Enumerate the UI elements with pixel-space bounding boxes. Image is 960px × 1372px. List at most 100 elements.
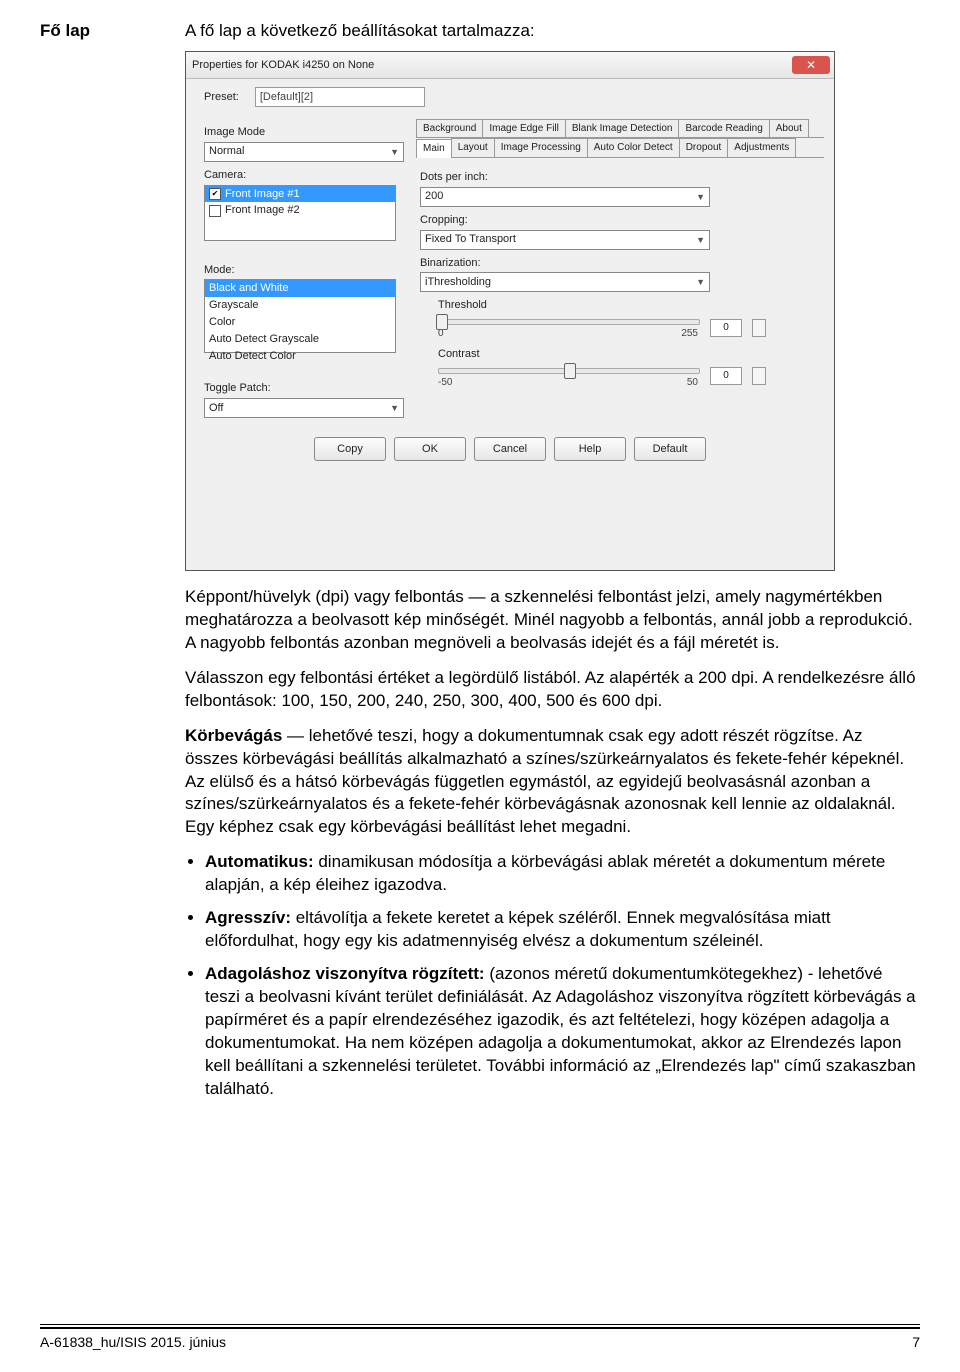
close-icon[interactable]: ✕ bbox=[792, 56, 830, 74]
paragraph: Válasszon egy felbontási értéket a legör… bbox=[185, 667, 920, 713]
footer-page-number: 7 bbox=[912, 1333, 920, 1352]
section-title: Fő lap bbox=[40, 20, 155, 43]
list-item[interactable]: Front Image #2 bbox=[205, 202, 395, 219]
mode-listbox[interactable]: Black and White Grayscale Color Auto Det… bbox=[204, 279, 396, 353]
camera-label: Camera: bbox=[204, 168, 404, 183]
contrast-max: 50 bbox=[687, 376, 698, 390]
tab-auto-color-detect[interactable]: Auto Color Detect bbox=[587, 138, 680, 157]
tab-adjustments[interactable]: Adjustments bbox=[727, 138, 796, 157]
dialog-screenshot: Properties for KODAK i4250 on None ✕ Pre… bbox=[185, 51, 835, 571]
paragraph: Képpont/hüvelyk (dpi) vagy felbontás — a… bbox=[185, 586, 920, 655]
dpi-label: Dots per inch: bbox=[420, 170, 820, 185]
cropping-strong: Körbevágás bbox=[185, 726, 282, 745]
contrast-label: Contrast bbox=[438, 347, 820, 362]
aggressive-desc: eltávolítja a fekete keretet a képek szé… bbox=[205, 908, 831, 950]
tab-main[interactable]: Main bbox=[416, 139, 452, 158]
threshold-label: Threshold bbox=[438, 298, 820, 313]
fixed-strong: Adagoláshoz viszonyítva rögzített: bbox=[205, 964, 485, 983]
slider-thumb-icon[interactable] bbox=[436, 314, 448, 330]
toggle-patch-label: Toggle Patch: bbox=[204, 381, 404, 396]
preset-row: Preset: [Default][2] bbox=[186, 79, 834, 115]
cropping-desc: — lehetővé teszi, hogy a dokumentumnak c… bbox=[185, 726, 904, 837]
dialog-body: Image Mode Normal ▼ Camera: ✔ Front Imag… bbox=[186, 115, 834, 426]
tabs-row-top: Background Image Edge Fill Blank Image D… bbox=[416, 119, 824, 139]
intro-text: A fő lap a következő beállításokat tarta… bbox=[185, 20, 920, 43]
tab-barcode-reading[interactable]: Barcode Reading bbox=[678, 119, 769, 138]
contrast-row: Contrast -50 50 bbox=[420, 347, 820, 389]
left-column: Fő lap bbox=[40, 20, 155, 1113]
toggle-patch-value: Off bbox=[209, 401, 223, 416]
help-button[interactable]: Help bbox=[554, 437, 626, 461]
list-item[interactable]: Auto Detect Color bbox=[205, 348, 395, 365]
body-text: Képpont/hüvelyk (dpi) vagy felbontás — a… bbox=[185, 586, 920, 1101]
preset-label: Preset: bbox=[204, 90, 239, 105]
contrast-slider[interactable] bbox=[438, 368, 700, 374]
chevron-down-icon: ▼ bbox=[390, 402, 399, 414]
dialog-right-panel: Background Image Edge Fill Blank Image D… bbox=[416, 119, 824, 418]
tab-image-processing[interactable]: Image Processing bbox=[494, 138, 588, 157]
preset-input[interactable]: [Default][2] bbox=[255, 87, 425, 107]
contrast-min: -50 bbox=[438, 376, 452, 390]
threshold-scale: 0 255 bbox=[438, 327, 698, 341]
tab-image-edge-fill[interactable]: Image Edge Fill bbox=[482, 119, 565, 138]
spinner-icon[interactable] bbox=[752, 319, 766, 337]
ok-button[interactable]: OK bbox=[394, 437, 466, 461]
right-column: A fő lap a következő beállításokat tarta… bbox=[185, 20, 920, 1113]
list-item: Agresszív: eltávolítja a fekete keretet … bbox=[205, 907, 920, 953]
threshold-value[interactable]: 0 bbox=[710, 319, 742, 337]
dialog-titlebar: Properties for KODAK i4250 on None ✕ bbox=[186, 52, 834, 79]
default-button[interactable]: Default bbox=[634, 437, 706, 461]
footer-left: A-61838_hu/ISIS 2015. június bbox=[40, 1333, 226, 1352]
tab-about[interactable]: About bbox=[769, 119, 809, 138]
dialog-left-panel: Image Mode Normal ▼ Camera: ✔ Front Imag… bbox=[204, 119, 404, 418]
checkbox-icon bbox=[209, 205, 221, 217]
list-item[interactable]: Color bbox=[205, 314, 395, 331]
dialog-title: Properties for KODAK i4250 on None bbox=[192, 58, 374, 73]
slider-thumb-icon[interactable] bbox=[564, 363, 576, 379]
cancel-button[interactable]: Cancel bbox=[474, 437, 546, 461]
spinner-icon[interactable] bbox=[752, 367, 766, 385]
image-mode-combo[interactable]: Normal ▼ bbox=[204, 142, 404, 162]
dialog-button-row: Copy OK Cancel Help Default bbox=[186, 426, 834, 469]
list-item[interactable]: Grayscale bbox=[205, 297, 395, 314]
binarization-label: Binarization: bbox=[420, 256, 820, 271]
chevron-down-icon: ▼ bbox=[696, 276, 705, 288]
camera-item-2: Front Image #2 bbox=[225, 203, 300, 218]
chevron-down-icon: ▼ bbox=[696, 191, 705, 203]
page-footer: A-61838_hu/ISIS 2015. június 7 bbox=[40, 1327, 920, 1352]
image-mode-label: Image Mode bbox=[204, 125, 404, 140]
chevron-down-icon: ▼ bbox=[390, 146, 399, 158]
list-item[interactable]: ✔ Front Image #1 bbox=[205, 186, 395, 203]
page: Fő lap A fő lap a következő beállításoka… bbox=[0, 0, 960, 1372]
dpi-value: 200 bbox=[425, 189, 443, 204]
auto-strong: Automatikus: bbox=[205, 852, 314, 871]
tab-background[interactable]: Background bbox=[416, 119, 483, 138]
dpi-combo[interactable]: 200 ▼ bbox=[420, 187, 710, 207]
cropping-combo[interactable]: Fixed To Transport ▼ bbox=[420, 230, 710, 250]
mode-label: Mode: bbox=[204, 263, 404, 278]
list-item[interactable]: Auto Detect Grayscale bbox=[205, 331, 395, 348]
contrast-value[interactable]: 0 bbox=[710, 367, 742, 385]
copy-button[interactable]: Copy bbox=[314, 437, 386, 461]
tab-blank-image-detection[interactable]: Blank Image Detection bbox=[565, 119, 680, 138]
binarization-combo[interactable]: iThresholding ▼ bbox=[420, 272, 710, 292]
content-columns: Fő lap A fő lap a következő beállításoka… bbox=[40, 20, 920, 1113]
threshold-max: 255 bbox=[681, 327, 698, 341]
chevron-down-icon: ▼ bbox=[696, 234, 705, 246]
threshold-row: Threshold 0 255 bbox=[420, 298, 820, 340]
list-item: Adagoláshoz viszonyítva rögzített: (azon… bbox=[205, 963, 920, 1101]
tabs-row-bottom: Main Layout Image Processing Auto Color … bbox=[416, 138, 824, 158]
threshold-slider[interactable] bbox=[438, 319, 700, 325]
cropping-label: Cropping: bbox=[420, 213, 820, 228]
cropping-value: Fixed To Transport bbox=[425, 232, 516, 247]
image-mode-value: Normal bbox=[209, 144, 244, 159]
bullet-list: Automatikus: dinamikusan módosítja a kör… bbox=[185, 851, 920, 1100]
list-item[interactable]: Black and White bbox=[205, 280, 395, 297]
tab-dropout[interactable]: Dropout bbox=[679, 138, 729, 157]
fixed-desc: (azonos méretű dokumentumkötegekhez) - l… bbox=[205, 964, 916, 1098]
tab-layout[interactable]: Layout bbox=[451, 138, 495, 157]
camera-item-1: Front Image #1 bbox=[225, 187, 300, 202]
paragraph: Körbevágás — lehetővé teszi, hogy a doku… bbox=[185, 725, 920, 840]
toggle-patch-combo[interactable]: Off ▼ bbox=[204, 398, 404, 418]
camera-listbox[interactable]: ✔ Front Image #1 Front Image #2 bbox=[204, 185, 396, 241]
